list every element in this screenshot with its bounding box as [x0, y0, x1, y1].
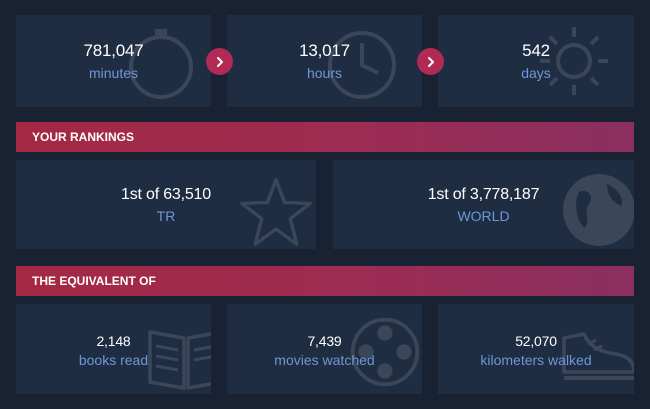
kilometers-value: 52,070: [515, 333, 557, 349]
ranking-country-card: 1st of 63,510 TR: [16, 160, 316, 249]
days-label: days: [521, 65, 551, 81]
chevron-right-icon: [206, 48, 233, 75]
ranking-country-label: TR: [156, 208, 176, 224]
hours-label: hours: [306, 65, 343, 81]
ranking-world-value: 1st of 3,778,187: [427, 186, 540, 203]
minutes-card: 781,047 minutes: [16, 15, 211, 107]
days-card: 542 days: [438, 15, 634, 107]
days-value: 542: [522, 41, 550, 60]
movies-card: 7,439 movies watched: [227, 304, 422, 394]
chevron-right-icon: [417, 48, 444, 75]
books-card: 2,148 books read: [16, 304, 211, 394]
ranking-world-card: 1st of 3,778,187 WORLD: [333, 160, 634, 249]
movies-value: 7,439: [307, 333, 342, 349]
hours-value: 13,017: [299, 41, 350, 60]
hours-card: 13,017 hours: [227, 15, 422, 107]
books-label: books read: [78, 352, 149, 368]
movies-label: movies watched: [274, 352, 375, 368]
kilometers-card: 52,070 kilometers walked: [438, 304, 634, 394]
rankings-header: YOUR RANKINGS: [16, 122, 634, 152]
equivalent-header: THE EQUIVALENT OF: [16, 266, 634, 296]
ranking-world-label: WORLD: [457, 208, 510, 224]
kilometers-label: kilometers walked: [480, 352, 592, 368]
minutes-value: 781,047: [83, 41, 144, 60]
ranking-country-value: 1st of 63,510: [121, 186, 211, 203]
minutes-label: minutes: [88, 65, 139, 81]
books-value: 2,148: [96, 333, 131, 349]
